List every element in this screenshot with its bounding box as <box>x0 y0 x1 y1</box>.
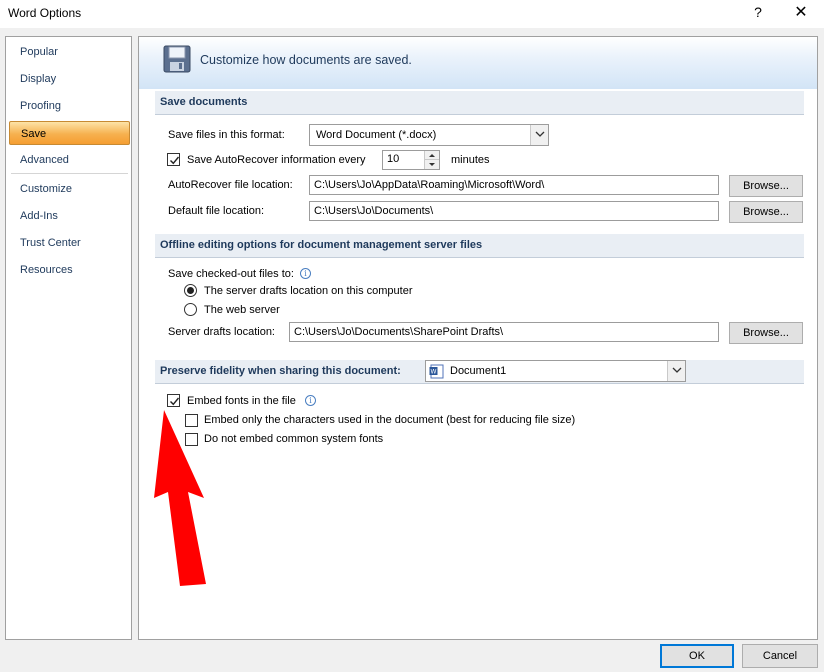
autorecover-minutes-value: 10 <box>387 153 400 165</box>
page-header: Customize how documents are saved. <box>139 37 817 89</box>
sidebar-item-save[interactable]: Save <box>9 121 130 145</box>
title-bar: Word Options ? ✕ <box>0 0 824 28</box>
chevron-down-icon[interactable] <box>667 361 685 381</box>
chevron-down-icon[interactable] <box>530 125 548 145</box>
radio-server-drafts[interactable] <box>184 284 197 297</box>
autorecover-location-input[interactable]: C:\Users\Jo\AppData\Roaming\Microsoft\Wo… <box>309 175 719 195</box>
help-button[interactable]: ? <box>752 4 764 20</box>
autorecover-checkbox[interactable] <box>167 153 180 166</box>
fidelity-document-value: Document1 <box>450 365 507 377</box>
autorecover-minutes-spinner[interactable]: 10 <box>382 150 440 170</box>
save-format-select[interactable]: Word Document (*.docx) <box>309 124 549 146</box>
svg-text:W: W <box>431 369 437 376</box>
embed-fonts-checkbox[interactable] <box>167 394 180 407</box>
drafts-location-label: Server drafts location: <box>168 326 275 338</box>
word-document-icon: W <box>429 364 444 379</box>
section-offline-editing: Offline editing options for document man… <box>155 234 804 258</box>
sidebar-item-customize[interactable]: Customize <box>9 177 130 201</box>
checkmark-icon <box>170 156 180 165</box>
radio-web-server[interactable] <box>184 303 197 316</box>
sidebar-item-trust-center[interactable]: Trust Center <box>9 231 130 255</box>
minutes-label: minutes <box>451 154 490 166</box>
sidebar-item-advanced[interactable]: Advanced <box>9 148 130 172</box>
sidebar-item-proofing[interactable]: Proofing <box>9 94 130 118</box>
cancel-button[interactable]: Cancel <box>742 644 818 668</box>
fidelity-document-select[interactable]: W Document1 <box>425 360 686 382</box>
spinner-up-icon[interactable] <box>425 151 439 160</box>
radio-selected-dot <box>187 287 194 294</box>
save-checked-out-label: Save checked-out files to: <box>168 268 294 280</box>
embed-fonts-label: Embed fonts in the file <box>187 395 296 407</box>
drafts-browse-button[interactable]: Browse... <box>729 322 803 344</box>
embed-only-characters-label: Embed only the characters used in the do… <box>204 414 576 426</box>
annotation-arrow <box>154 410 206 586</box>
save-format-value: Word Document (*.docx) <box>316 129 437 141</box>
default-location-input[interactable]: C:\Users\Jo\Documents\ <box>309 201 719 221</box>
autorecover-label: Save AutoRecover information every <box>187 154 366 166</box>
autorecover-location-label: AutoRecover file location: <box>168 179 293 191</box>
floppy-disk-icon <box>163 45 191 73</box>
sidebar-divider <box>11 173 128 174</box>
page-title: Customize how documents are saved. <box>200 53 412 67</box>
sidebar-item-add-ins[interactable]: Add-Ins <box>9 204 130 228</box>
default-location-label: Default file location: <box>168 205 264 217</box>
default-location-browse-button[interactable]: Browse... <box>729 201 803 223</box>
sidebar-item-display[interactable]: Display <box>9 67 130 91</box>
checkmark-icon <box>170 397 180 406</box>
sidebar-item-popular[interactable]: Popular <box>9 40 130 64</box>
section-save-documents: Save documents <box>155 91 804 115</box>
ok-button[interactable]: OK <box>660 644 734 668</box>
format-label: Save files in this format: <box>168 129 285 141</box>
window-title: Word Options <box>8 6 82 20</box>
info-icon: i <box>300 268 311 279</box>
close-button[interactable]: ✕ <box>791 4 811 24</box>
sidebar-item-resources[interactable]: Resources <box>9 258 130 282</box>
main-panel: Customize how documents are saved. Save … <box>138 36 818 640</box>
no-common-fonts-label: Do not embed common system fonts <box>204 433 384 445</box>
drafts-location-input[interactable]: C:\Users\Jo\Documents\SharePoint Drafts\ <box>289 322 719 342</box>
options-sidebar: Popular Display Proofing Save Advanced C… <box>5 36 132 640</box>
spinner-down-icon[interactable] <box>425 160 439 169</box>
autorecover-browse-button[interactable]: Browse... <box>729 175 803 197</box>
info-icon: i <box>305 395 316 406</box>
option-server-drafts-label: The server drafts location on this compu… <box>204 285 413 297</box>
option-web-server-label: The web server <box>204 304 280 316</box>
